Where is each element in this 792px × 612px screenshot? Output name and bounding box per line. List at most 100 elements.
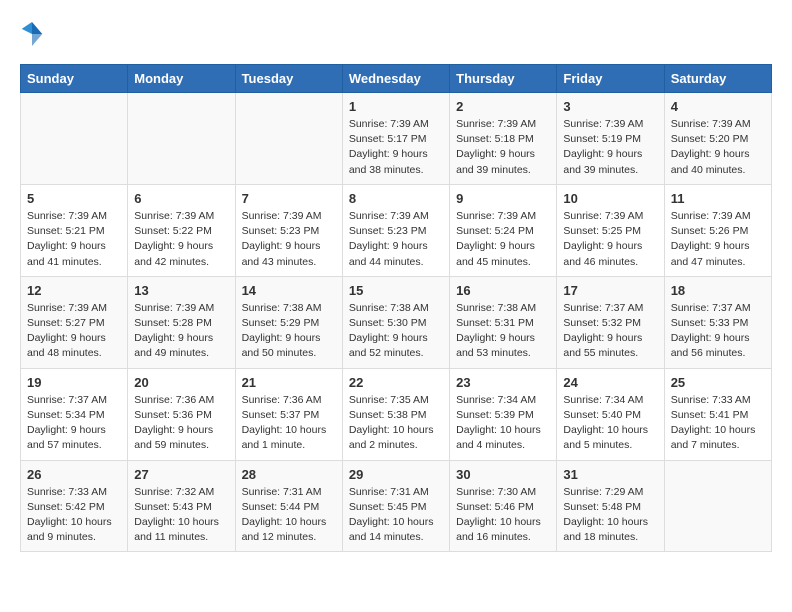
calendar-cell: 27 Sunrise: 7:32 AM Sunset: 5:43 PM Dayli… (128, 460, 235, 552)
day-info: Sunrise: 7:30 AM Sunset: 5:46 PM Dayligh… (456, 485, 550, 546)
calendar-cell: 20 Sunrise: 7:36 AM Sunset: 5:36 PM Dayli… (128, 368, 235, 460)
day-info: Sunrise: 7:39 AM Sunset: 5:17 PM Dayligh… (349, 117, 443, 178)
day-number: 12 (27, 283, 121, 298)
day-info: Sunrise: 7:39 AM Sunset: 5:23 PM Dayligh… (242, 209, 336, 270)
weekday-header-wednesday: Wednesday (342, 65, 449, 93)
calendar-cell: 14 Sunrise: 7:38 AM Sunset: 5:29 PM Dayli… (235, 276, 342, 368)
header-row: SundayMondayTuesdayWednesdayThursdayFrid… (21, 65, 772, 93)
day-number: 11 (671, 191, 765, 206)
day-info: Sunrise: 7:39 AM Sunset: 5:20 PM Dayligh… (671, 117, 765, 178)
calendar-cell: 25 Sunrise: 7:33 AM Sunset: 5:41 PM Dayli… (664, 368, 771, 460)
day-info: Sunrise: 7:36 AM Sunset: 5:36 PM Dayligh… (134, 393, 228, 454)
day-number: 24 (563, 375, 657, 390)
calendar-cell: 16 Sunrise: 7:38 AM Sunset: 5:31 PM Dayli… (450, 276, 557, 368)
day-number: 6 (134, 191, 228, 206)
day-info: Sunrise: 7:38 AM Sunset: 5:29 PM Dayligh… (242, 301, 336, 362)
day-number: 2 (456, 99, 550, 114)
calendar-cell: 11 Sunrise: 7:39 AM Sunset: 5:26 PM Dayli… (664, 184, 771, 276)
calendar-cell: 24 Sunrise: 7:34 AM Sunset: 5:40 PM Dayli… (557, 368, 664, 460)
calendar-cell: 19Sunrise: 7:37 AM Sunset: 5:34 PM Dayli… (21, 368, 128, 460)
calendar-cell: 15 Sunrise: 7:38 AM Sunset: 5:30 PM Dayli… (342, 276, 449, 368)
day-info: Sunrise: 7:31 AM Sunset: 5:44 PM Dayligh… (242, 485, 336, 546)
day-info: Sunrise: 7:37 AM Sunset: 5:33 PM Dayligh… (671, 301, 765, 362)
calendar-cell: 26Sunrise: 7:33 AM Sunset: 5:42 PM Dayli… (21, 460, 128, 552)
day-info: Sunrise: 7:36 AM Sunset: 5:37 PM Dayligh… (242, 393, 336, 454)
day-number: 1 (349, 99, 443, 114)
day-number: 8 (349, 191, 443, 206)
day-info: Sunrise: 7:39 AM Sunset: 5:23 PM Dayligh… (349, 209, 443, 270)
day-number: 31 (563, 467, 657, 482)
day-number: 17 (563, 283, 657, 298)
day-info: Sunrise: 7:39 AM Sunset: 5:26 PM Dayligh… (671, 209, 765, 270)
calendar-cell: 3 Sunrise: 7:39 AM Sunset: 5:19 PM Daylig… (557, 93, 664, 185)
calendar-cell: 4 Sunrise: 7:39 AM Sunset: 5:20 PM Daylig… (664, 93, 771, 185)
calendar-cell (21, 93, 128, 185)
calendar-cell: 17 Sunrise: 7:37 AM Sunset: 5:32 PM Dayli… (557, 276, 664, 368)
calendar-cell: 31 Sunrise: 7:29 AM Sunset: 5:48 PM Dayli… (557, 460, 664, 552)
calendar-cell: 6 Sunrise: 7:39 AM Sunset: 5:22 PM Daylig… (128, 184, 235, 276)
week-row-3: 12 Sunrise: 7:39 AM Sunset: 5:27 PM Dayli… (21, 276, 772, 368)
day-info: Sunrise: 7:39 AM Sunset: 5:22 PM Dayligh… (134, 209, 228, 270)
day-info: Sunrise: 7:34 AM Sunset: 5:40 PM Dayligh… (563, 393, 657, 454)
calendar-cell: 10Sunrise: 7:39 AM Sunset: 5:25 PM Dayli… (557, 184, 664, 276)
weekday-header-monday: Monday (128, 65, 235, 93)
week-row-1: 1 Sunrise: 7:39 AM Sunset: 5:17 PM Daylig… (21, 93, 772, 185)
week-row-4: 19Sunrise: 7:37 AM Sunset: 5:34 PM Dayli… (21, 368, 772, 460)
day-info: Sunrise: 7:38 AM Sunset: 5:30 PM Dayligh… (349, 301, 443, 362)
day-number: 22 (349, 375, 443, 390)
calendar-cell: 28Sunrise: 7:31 AM Sunset: 5:44 PM Dayli… (235, 460, 342, 552)
day-number: 4 (671, 99, 765, 114)
calendar-cell: 18Sunrise: 7:37 AM Sunset: 5:33 PM Dayli… (664, 276, 771, 368)
calendar-cell (664, 460, 771, 552)
day-info: Sunrise: 7:37 AM Sunset: 5:32 PM Dayligh… (563, 301, 657, 362)
calendar-cell: 9 Sunrise: 7:39 AM Sunset: 5:24 PM Daylig… (450, 184, 557, 276)
calendar-cell: 30 Sunrise: 7:30 AM Sunset: 5:46 PM Dayli… (450, 460, 557, 552)
day-info: Sunrise: 7:39 AM Sunset: 5:24 PM Dayligh… (456, 209, 550, 270)
weekday-header-friday: Friday (557, 65, 664, 93)
calendar-cell: 7Sunrise: 7:39 AM Sunset: 5:23 PM Daylig… (235, 184, 342, 276)
calendar-cell (235, 93, 342, 185)
weekday-header-sunday: Sunday (21, 65, 128, 93)
day-number: 19 (27, 375, 121, 390)
day-info: Sunrise: 7:39 AM Sunset: 5:18 PM Dayligh… (456, 117, 550, 178)
day-number: 3 (563, 99, 657, 114)
week-row-2: 5 Sunrise: 7:39 AM Sunset: 5:21 PM Daylig… (21, 184, 772, 276)
calendar-cell: 13Sunrise: 7:39 AM Sunset: 5:28 PM Dayli… (128, 276, 235, 368)
calendar-cell: 23 Sunrise: 7:34 AM Sunset: 5:39 PM Dayli… (450, 368, 557, 460)
day-info: Sunrise: 7:33 AM Sunset: 5:42 PM Dayligh… (27, 485, 121, 546)
weekday-header-saturday: Saturday (664, 65, 771, 93)
day-info: Sunrise: 7:34 AM Sunset: 5:39 PM Dayligh… (456, 393, 550, 454)
day-info: Sunrise: 7:33 AM Sunset: 5:41 PM Dayligh… (671, 393, 765, 454)
day-info: Sunrise: 7:38 AM Sunset: 5:31 PM Dayligh… (456, 301, 550, 362)
day-number: 25 (671, 375, 765, 390)
weekday-header-tuesday: Tuesday (235, 65, 342, 93)
day-info: Sunrise: 7:32 AM Sunset: 5:43 PM Dayligh… (134, 485, 228, 546)
calendar-cell: 1 Sunrise: 7:39 AM Sunset: 5:17 PM Daylig… (342, 93, 449, 185)
day-number: 5 (27, 191, 121, 206)
day-number: 27 (134, 467, 228, 482)
calendar-cell: 12 Sunrise: 7:39 AM Sunset: 5:27 PM Dayli… (21, 276, 128, 368)
day-number: 20 (134, 375, 228, 390)
day-number: 29 (349, 467, 443, 482)
day-number: 23 (456, 375, 550, 390)
logo (20, 20, 48, 48)
calendar-cell: 8 Sunrise: 7:39 AM Sunset: 5:23 PM Daylig… (342, 184, 449, 276)
page-header (20, 20, 772, 48)
calendar-cell: 29Sunrise: 7:31 AM Sunset: 5:45 PM Dayli… (342, 460, 449, 552)
calendar-cell: 5 Sunrise: 7:39 AM Sunset: 5:21 PM Daylig… (21, 184, 128, 276)
day-number: 13 (134, 283, 228, 298)
day-info: Sunrise: 7:39 AM Sunset: 5:27 PM Dayligh… (27, 301, 121, 362)
day-info: Sunrise: 7:39 AM Sunset: 5:21 PM Dayligh… (27, 209, 121, 270)
day-number: 14 (242, 283, 336, 298)
day-number: 30 (456, 467, 550, 482)
day-number: 21 (242, 375, 336, 390)
day-number: 9 (456, 191, 550, 206)
logo-icon (20, 20, 44, 48)
day-info: Sunrise: 7:29 AM Sunset: 5:48 PM Dayligh… (563, 485, 657, 546)
calendar-cell (128, 93, 235, 185)
week-row-5: 26Sunrise: 7:33 AM Sunset: 5:42 PM Dayli… (21, 460, 772, 552)
day-number: 16 (456, 283, 550, 298)
day-number: 10 (563, 191, 657, 206)
day-number: 15 (349, 283, 443, 298)
day-info: Sunrise: 7:39 AM Sunset: 5:19 PM Dayligh… (563, 117, 657, 178)
